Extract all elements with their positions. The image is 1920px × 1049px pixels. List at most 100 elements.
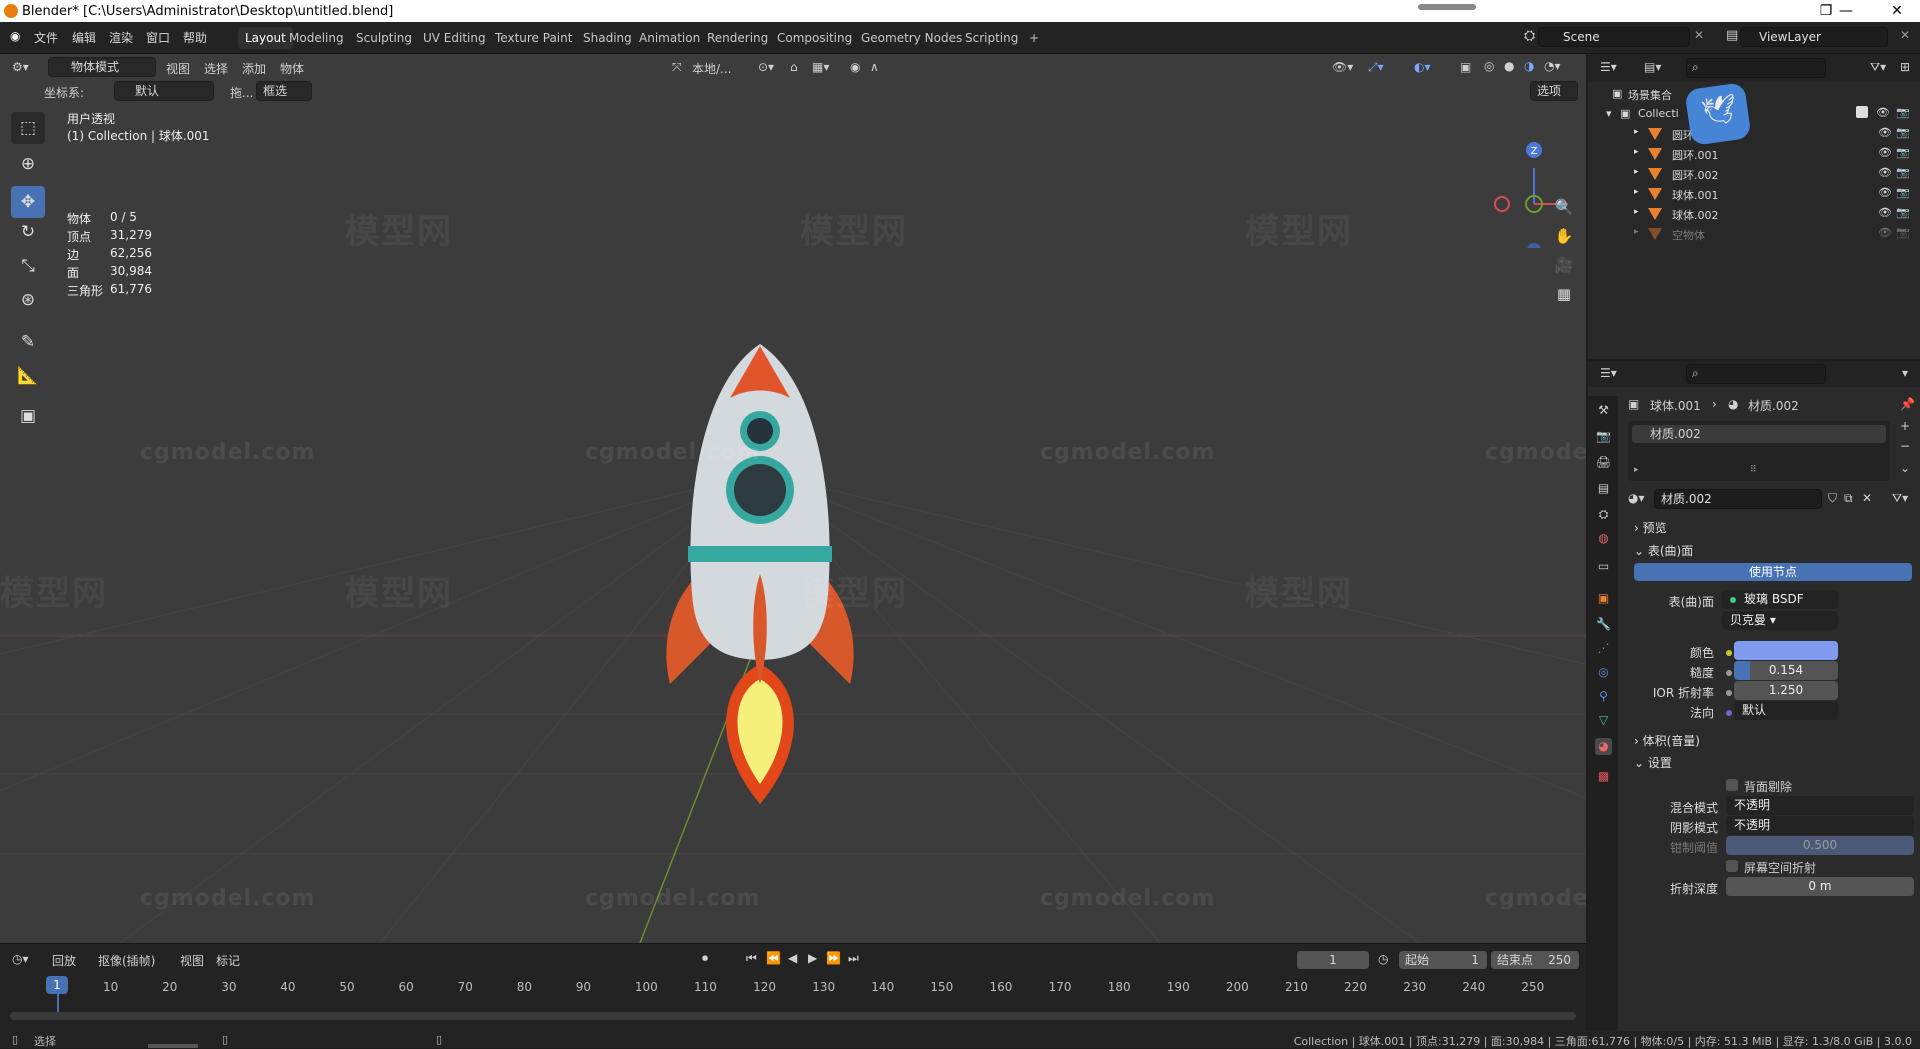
viewlayer-icon[interactable]: ▤ bbox=[1726, 28, 1738, 43]
panel-settings[interactable]: ⌄ 设置 bbox=[1634, 754, 1672, 771]
outliner-search-input[interactable] bbox=[1686, 58, 1826, 78]
viewlayer-field[interactable]: ViewLayer bbox=[1740, 27, 1888, 47]
3d-viewport[interactable]: 模型网 模型网 模型网 模型网 模型网 模型网 模型网 cgmodel.com … bbox=[0, 54, 1586, 943]
zoom-icon[interactable]: 🔍 bbox=[1551, 194, 1577, 220]
current-frame-field[interactable]: 1 bbox=[1296, 950, 1370, 970]
workspace-tab[interactable]: Modeling bbox=[282, 27, 351, 49]
ssr-checkbox[interactable] bbox=[1726, 860, 1738, 872]
new-collection-icon[interactable]: ⊞ bbox=[1900, 60, 1910, 74]
properties-editor-icon[interactable]: ☰▾ bbox=[1600, 366, 1617, 380]
remove-slot-icon[interactable]: − bbox=[1900, 439, 1910, 453]
gizmo-toggle-icon[interactable]: ⤢▾ bbox=[1368, 60, 1384, 75]
workspace-tab[interactable]: Geometry Nodes bbox=[854, 27, 969, 49]
close-icon[interactable]: ✕ bbox=[1874, 0, 1920, 22]
outliner-object-row[interactable]: ▸ 空物体 👁 📷 bbox=[1588, 224, 1920, 244]
menu-add[interactable]: 添加 bbox=[242, 60, 266, 77]
workspace-tab[interactable]: Scripting bbox=[958, 27, 1025, 49]
timeline-editor-icon[interactable]: ◷▾ bbox=[12, 952, 29, 966]
expand-icon[interactable]: ▸ bbox=[1634, 127, 1639, 137]
menu-object[interactable]: 物体 bbox=[280, 60, 304, 77]
constraints-tab-icon[interactable]: ⚲ bbox=[1595, 688, 1612, 705]
shading-solid-icon[interactable]: ● bbox=[1504, 59, 1514, 73]
slot-menu-icon[interactable]: ⌄ bbox=[1900, 461, 1910, 475]
modifier-tab-icon[interactable]: 🔧 bbox=[1595, 616, 1612, 633]
menu-window[interactable]: 窗口 bbox=[146, 29, 170, 46]
visibility-eye-icon[interactable]: 👁 bbox=[1876, 106, 1890, 119]
xray-icon[interactable]: ▣ bbox=[1460, 60, 1471, 74]
blender-menu-icon[interactable]: ◉ bbox=[10, 29, 20, 43]
collection-tab-icon[interactable]: ▭ bbox=[1595, 558, 1612, 575]
render-camera-icon[interactable]: 📷 bbox=[1896, 166, 1910, 179]
particles-tab-icon[interactable]: ⋰ bbox=[1595, 640, 1612, 657]
outliner-object-row[interactable]: ▸ 球体.002 👁 📷 bbox=[1588, 204, 1920, 224]
floating-app-badge[interactable]: 🕊 bbox=[1684, 82, 1752, 146]
overlay-toggle-icon[interactable]: ◐▾ bbox=[1414, 60, 1431, 74]
annotate-tool-icon[interactable]: ✎ bbox=[11, 326, 45, 358]
outliner-row-scene-collection[interactable]: ▣ 场景集合 bbox=[1588, 84, 1920, 104]
workspace-tab[interactable]: Sculpting bbox=[349, 27, 419, 49]
outliner-row-collection[interactable]: ▾ ▣ Collecti 👁 📷 bbox=[1588, 104, 1920, 124]
visibility-icon[interactable]: 👁▾ bbox=[1332, 60, 1353, 74]
playhead[interactable]: 1 bbox=[46, 976, 68, 994]
pin-icon[interactable]: 📌 bbox=[1900, 397, 1915, 411]
rotate-tool-icon[interactable]: ↻ bbox=[11, 216, 45, 248]
editor-type-icon[interactable]: ⚙▾ bbox=[12, 60, 29, 74]
panel-preview[interactable]: › 预览 bbox=[1634, 519, 1667, 536]
outliner-object-row[interactable]: ▸ 圆环.001 👁 📷 bbox=[1588, 144, 1920, 164]
data-tab-icon[interactable]: ▽ bbox=[1595, 712, 1612, 729]
viewlayer-tab-icon[interactable]: ▤ bbox=[1595, 480, 1612, 497]
resize-handle-icon[interactable]: ⠿ bbox=[1750, 465, 1757, 475]
play-reverse-icon[interactable]: ◀ bbox=[788, 951, 797, 965]
normal-field[interactable]: 默认 bbox=[1734, 701, 1838, 720]
snap-icon[interactable]: ⌂ bbox=[790, 60, 798, 74]
measure-tool-icon[interactable]: 📐 bbox=[11, 360, 45, 392]
browse-material-icon[interactable]: ◕▾ bbox=[1628, 491, 1645, 505]
link-mode-icon[interactable]: ⛛▾ bbox=[1892, 491, 1908, 506]
panel-volume[interactable]: › 体积(音量) bbox=[1634, 732, 1700, 749]
pivot-icon[interactable]: ⊙▾ bbox=[758, 60, 774, 74]
scene-tab-icon[interactable]: ⛭ bbox=[1595, 506, 1612, 523]
object-tab-icon[interactable]: ▣ bbox=[1595, 590, 1612, 607]
properties-options-icon[interactable]: ▾ bbox=[1902, 366, 1908, 380]
restore-icon[interactable]: ❐ bbox=[1806, 0, 1846, 22]
render-camera-icon[interactable]: 📷 bbox=[1896, 186, 1910, 199]
workspace-tab[interactable]: Animation bbox=[632, 27, 707, 49]
move-tool-icon[interactable]: ✥ bbox=[11, 186, 45, 218]
pan-hand-icon[interactable]: ✋ bbox=[1551, 223, 1577, 249]
transform-orientation-icon[interactable]: ⤧ bbox=[672, 60, 682, 75]
render-camera-icon[interactable]: 📷 bbox=[1896, 226, 1910, 239]
workspace-tab[interactable]: Texture Paint bbox=[488, 27, 579, 49]
backface-checkbox[interactable] bbox=[1726, 779, 1738, 791]
visibility-eye-icon[interactable]: 👁 bbox=[1878, 126, 1892, 139]
visibility-eye-icon[interactable]: 👁 bbox=[1878, 186, 1892, 199]
start-frame-field[interactable]: 起始 1 bbox=[1398, 950, 1488, 970]
scene-field[interactable]: Scene bbox=[1538, 27, 1690, 47]
menu-help[interactable]: 帮助 bbox=[183, 29, 207, 46]
expand-icon[interactable]: ▸ bbox=[1634, 187, 1639, 197]
render-camera-icon[interactable]: 📷 bbox=[1896, 106, 1910, 119]
marker-menu[interactable]: 标记 bbox=[216, 952, 240, 969]
expand-icon[interactable]: ▸ bbox=[1634, 167, 1639, 177]
use-nodes-button[interactable]: 使用节点 bbox=[1634, 563, 1912, 581]
shadow-dropdown[interactable]: 不透明 bbox=[1726, 816, 1914, 835]
record-icon[interactable]: ⏺ bbox=[702, 951, 708, 966]
fake-user-icon[interactable]: ⛉ bbox=[1828, 491, 1837, 506]
ior-field[interactable]: 1.250 bbox=[1734, 681, 1838, 700]
visibility-eye-icon[interactable]: 👁 bbox=[1878, 226, 1892, 239]
jump-end-icon[interactable]: ⏭ bbox=[848, 951, 859, 966]
workspace-tab[interactable]: Compositing bbox=[770, 27, 859, 49]
add-workspace-button[interactable]: + bbox=[1022, 27, 1046, 49]
menu-file[interactable]: 文件 bbox=[34, 29, 58, 46]
mode-dropdown[interactable]: 物体模式 bbox=[48, 57, 156, 77]
texture-tab-icon[interactable]: ▩ bbox=[1595, 768, 1612, 785]
scene-icon[interactable]: ⛭ bbox=[1524, 28, 1535, 44]
roughness-slider[interactable]: 0.154 bbox=[1734, 661, 1838, 680]
shader-field[interactable]: 玻璃 BSDF bbox=[1722, 590, 1838, 609]
workspace-tab[interactable]: Shading bbox=[576, 27, 639, 49]
visibility-eye-icon[interactable]: 👁 bbox=[1878, 206, 1892, 219]
workspace-tab[interactable]: UV Editing bbox=[416, 27, 493, 49]
tool-tab-icon[interactable]: ⚒ bbox=[1595, 402, 1612, 419]
scale-tool-icon[interactable]: ⤡ bbox=[11, 250, 45, 282]
menu-edit[interactable]: 编辑 bbox=[72, 29, 96, 46]
visibility-eye-icon[interactable]: 👁 bbox=[1878, 146, 1892, 159]
